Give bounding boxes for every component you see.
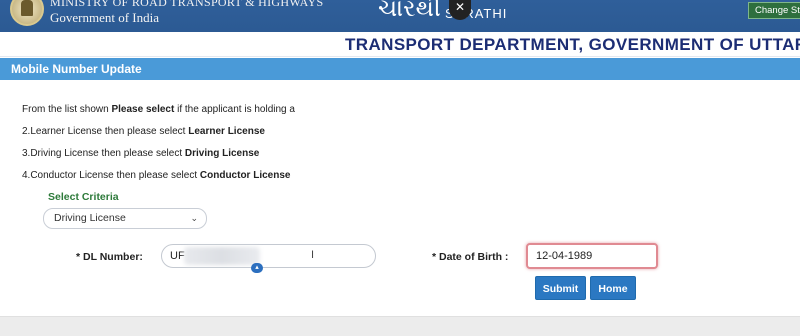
instruction-bold: Conductor License bbox=[199, 170, 291, 181]
instruction-text: From the list shown bbox=[22, 104, 112, 115]
date-of-birth-input[interactable]: 12-04-1989 bbox=[526, 243, 658, 269]
instruction-driving: 3.Driving License then please select Dri… bbox=[22, 148, 259, 159]
instruction-bold: Learner License bbox=[188, 126, 265, 137]
instruction-intro: From the list shown Please select if the… bbox=[22, 104, 295, 115]
instruction-bold: Driving License bbox=[184, 148, 260, 159]
instruction-bold: Please select bbox=[111, 104, 175, 115]
instruction-text: 3.Driving License then please select bbox=[22, 148, 185, 159]
footer-band bbox=[0, 316, 800, 336]
instruction-text: 2.Learner License then please select bbox=[22, 126, 189, 137]
date-of-birth-value: 12-04-1989 bbox=[536, 250, 593, 262]
scroll-badge-icon: ▴ bbox=[251, 263, 263, 273]
instruction-text: if the applicant is holding a bbox=[174, 104, 295, 115]
department-banner: TRANSPORT DEPARTMENT, GOVERNMENT OF UTTA… bbox=[0, 32, 800, 57]
dl-number-value: UF bbox=[170, 250, 185, 262]
ministry-name: MINISTRY OF ROAD TRANSPORT & HIGHWAYS bbox=[50, 0, 324, 9]
top-header: MINISTRY OF ROAD TRANSPORT & HIGHWAYS Go… bbox=[0, 0, 800, 32]
dl-number-label: * DL Number: bbox=[76, 251, 143, 263]
home-button[interactable]: Home bbox=[590, 276, 636, 300]
emblem-figure bbox=[21, 0, 33, 16]
select-criteria-label: Select Criteria bbox=[48, 191, 119, 203]
chevron-down-icon: ⌄ bbox=[190, 213, 198, 223]
date-of-birth-label: * Date of Birth : bbox=[432, 251, 509, 263]
submit-button[interactable]: Submit bbox=[535, 276, 586, 300]
text-cursor-icon: I bbox=[311, 249, 315, 261]
instruction-conductor: 4.Conductor License then please select C… bbox=[22, 170, 290, 181]
government-name: Government of India bbox=[50, 10, 160, 25]
criteria-select[interactable]: Driving License ⌄ bbox=[43, 208, 207, 229]
criteria-selected-value: Driving License bbox=[54, 212, 126, 224]
national-emblem-icon bbox=[10, 0, 44, 26]
instruction-text: 4.Conductor License then please select bbox=[22, 170, 200, 181]
redaction-blur bbox=[184, 247, 260, 265]
department-title: TRANSPORT DEPARTMENT, GOVERNMENT OF UTTA… bbox=[345, 35, 800, 54]
sarathi-logo-script: ચારથી bbox=[378, 0, 441, 22]
instruction-learner: 2.Learner License then please select Lea… bbox=[22, 126, 265, 137]
panel-title: Mobile Number Update bbox=[11, 62, 142, 76]
change-state-button[interactable]: Change St bbox=[748, 2, 800, 19]
dl-number-input[interactable]: UF I ▴ bbox=[161, 244, 376, 273]
panel-header: Mobile Number Update bbox=[0, 58, 800, 80]
